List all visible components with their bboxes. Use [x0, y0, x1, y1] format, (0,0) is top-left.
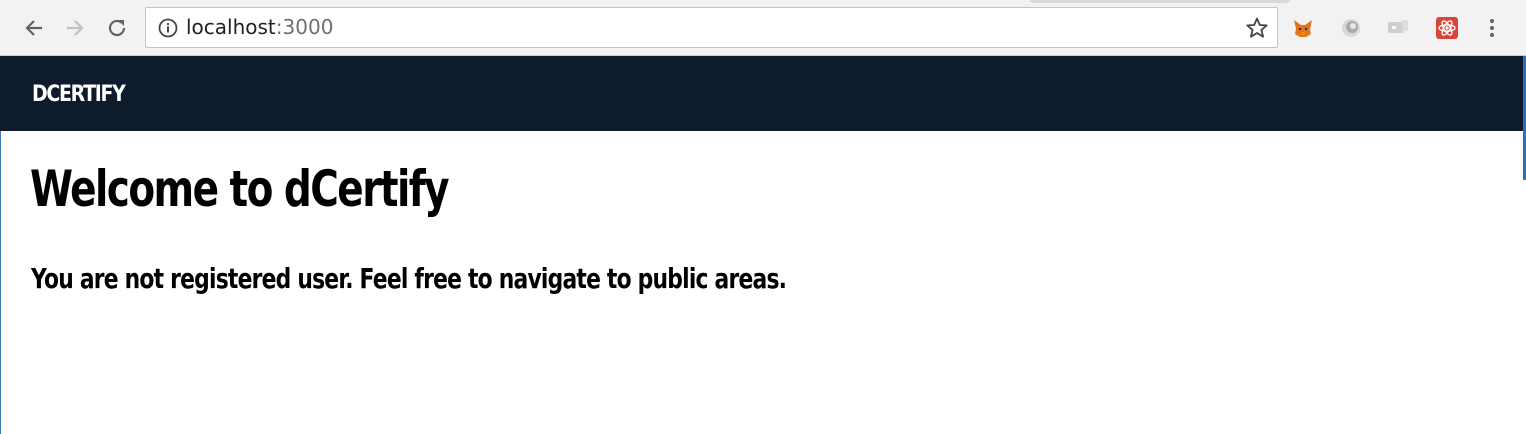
circle-extension-icon[interactable]: [1337, 14, 1365, 42]
url-port: :3000: [275, 15, 334, 39]
react-devtools-icon[interactable]: [1433, 14, 1461, 42]
cast-extension-icon[interactable]: [1384, 14, 1412, 42]
reload-button[interactable]: [101, 12, 133, 44]
bookmark-star-icon[interactable]: [1245, 16, 1269, 40]
window-border-left: [0, 131, 1, 434]
reload-icon: [108, 19, 126, 37]
browser-toolbar: localhost:3000: [0, 0, 1526, 56]
url-host: localhost: [186, 15, 276, 39]
tab-strip: [1030, 0, 1290, 3]
back-arrow-icon: [25, 20, 42, 36]
brand-logo-link[interactable]: DCERTIFY: [32, 56, 126, 131]
forward-arrow-icon: [67, 20, 84, 36]
page-subtitle: You are not registered user. Feel free t…: [31, 262, 787, 295]
address-bar[interactable]: localhost:3000: [145, 7, 1278, 48]
back-button[interactable]: [18, 12, 50, 44]
metamask-icon[interactable]: [1289, 14, 1317, 42]
info-icon[interactable]: [158, 18, 178, 38]
forward-button[interactable]: [59, 12, 91, 44]
page-title: Welcome to dCertify: [30, 160, 450, 218]
browser-menu-icon[interactable]: [1478, 14, 1506, 42]
url-text[interactable]: localhost:3000: [186, 8, 333, 47]
app-navbar: DCERTIFY: [0, 56, 1526, 131]
